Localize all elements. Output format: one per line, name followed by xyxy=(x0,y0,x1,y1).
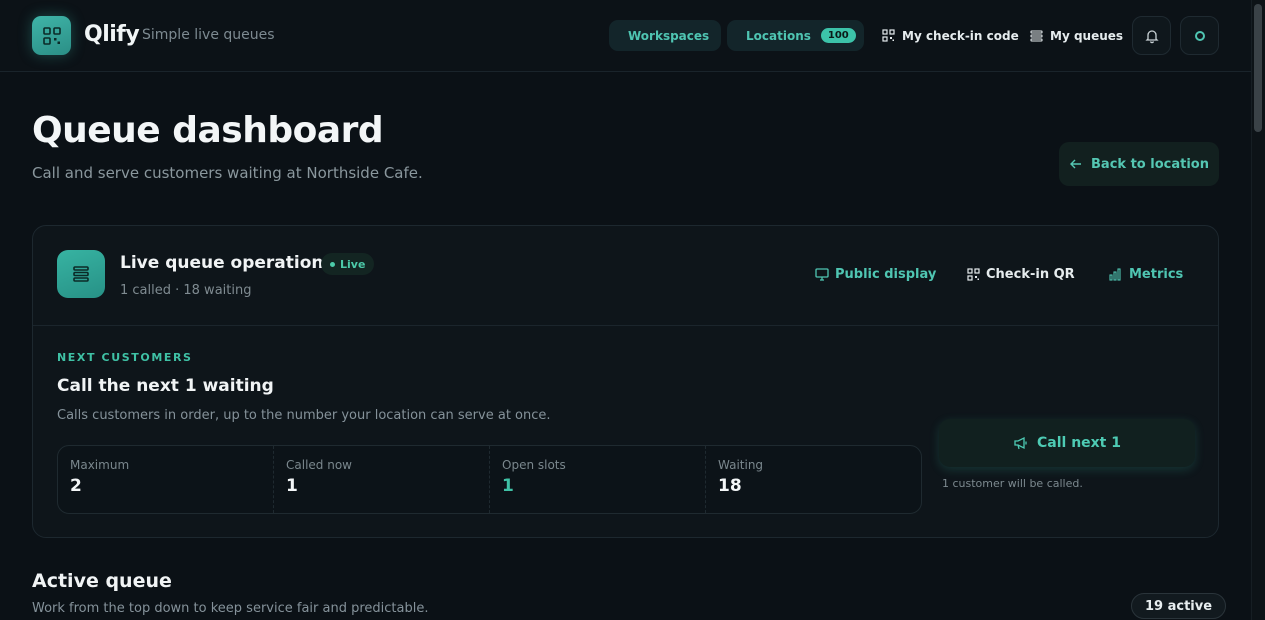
active-queue-description: Work from the top down to keep service f… xyxy=(32,601,429,616)
nav-my-queues-label: My queues xyxy=(1050,28,1124,43)
page-title: Queue dashboard xyxy=(32,110,384,151)
back-to-location-button[interactable]: Back to location xyxy=(1059,142,1219,186)
brand-name[interactable]: Qlify xyxy=(84,22,140,47)
nav-workspaces[interactable]: Workspaces xyxy=(609,20,721,51)
nav-checkin-code[interactable]: My check-in code xyxy=(870,20,1031,51)
active-queue-title: Active queue xyxy=(32,570,172,592)
nav-checkin-code-label: My check-in code xyxy=(902,28,1019,43)
live-dot-icon xyxy=(330,261,335,267)
card-divider xyxy=(33,325,1218,326)
stat-value: 1 xyxy=(286,476,298,496)
top-navigation-bar: Qlify Simple live queues Workspaces Loca… xyxy=(0,0,1251,72)
notifications-button[interactable] xyxy=(1132,16,1171,55)
scrollbar-thumb[interactable] xyxy=(1254,4,1262,132)
live-status-badge: Live xyxy=(321,253,375,275)
call-next-label: Call next 1 xyxy=(1037,435,1121,451)
stat-value: 18 xyxy=(718,476,742,496)
active-count-badge: 19 active xyxy=(1131,593,1227,619)
qr-code-icon xyxy=(42,26,61,45)
stat-label: Maximum xyxy=(70,458,130,472)
call-next-button[interactable]: Call next 1 xyxy=(939,419,1195,467)
card-title: Live queue operations xyxy=(120,253,334,273)
stat-label: Open slots xyxy=(502,458,566,472)
stat-called-now: Called now 1 xyxy=(274,446,490,513)
list-icon xyxy=(73,266,89,282)
checkin-qr-button[interactable]: Check-in QR xyxy=(967,267,1075,282)
megaphone-icon xyxy=(1014,436,1027,450)
back-to-location-label: Back to location xyxy=(1091,156,1209,172)
metrics-button[interactable]: Metrics xyxy=(1109,267,1183,282)
nav-locations[interactable]: Locations 100 xyxy=(727,20,864,51)
locations-count-badge: 100 xyxy=(820,28,856,43)
list-icon xyxy=(1030,30,1043,42)
live-queue-card: Live queue operations Live 1 called · 18… xyxy=(32,225,1219,538)
nav-workspaces-label: Workspaces xyxy=(628,28,710,43)
monitor-icon xyxy=(815,268,829,281)
stat-maximum: Maximum 2 xyxy=(58,446,274,513)
qr-code-icon xyxy=(967,268,980,281)
stat-value: 1 xyxy=(502,476,514,496)
brand-tagline: Simple live queues xyxy=(142,27,275,43)
checkin-qr-label: Check-in QR xyxy=(986,267,1075,282)
stat-waiting: Waiting 18 xyxy=(706,446,921,513)
next-customers-eyebrow: NEXT CUSTOMERS xyxy=(57,351,193,364)
stat-value: 2 xyxy=(70,476,82,496)
queue-stats: Maximum 2 Called now 1 Open slots 1 Wait… xyxy=(57,445,922,514)
queue-meta: 1 called · 18 waiting xyxy=(120,283,252,298)
next-customers-description: Calls customers in order, up to the numb… xyxy=(57,408,551,423)
metrics-label: Metrics xyxy=(1129,267,1184,282)
stat-label: Called now xyxy=(286,458,352,472)
page-scrollbar[interactable] xyxy=(1251,0,1265,620)
next-customers-title: Call the next 1 waiting xyxy=(57,376,274,396)
bar-chart-icon xyxy=(1109,268,1121,281)
page-subtitle: Call and serve customers waiting at Nort… xyxy=(32,164,423,182)
queue-card-icon xyxy=(57,250,105,298)
app-logo[interactable] xyxy=(32,16,71,55)
user-menu-button[interactable] xyxy=(1180,16,1219,55)
arrow-left-icon xyxy=(1070,159,1082,169)
bell-icon xyxy=(1144,29,1159,43)
public-display-label: Public display xyxy=(835,267,937,282)
qr-code-icon xyxy=(882,29,895,42)
stat-open-slots: Open slots 1 xyxy=(490,446,706,513)
nav-my-queues[interactable]: My queues xyxy=(1018,20,1135,51)
live-status-label: Live xyxy=(340,257,366,271)
nav-locations-label: Locations xyxy=(746,28,811,43)
stat-label: Waiting xyxy=(718,458,764,472)
public-display-button[interactable]: Public display xyxy=(815,267,936,282)
user-icon xyxy=(1194,30,1205,41)
call-note: 1 customer will be called. xyxy=(942,477,1083,490)
